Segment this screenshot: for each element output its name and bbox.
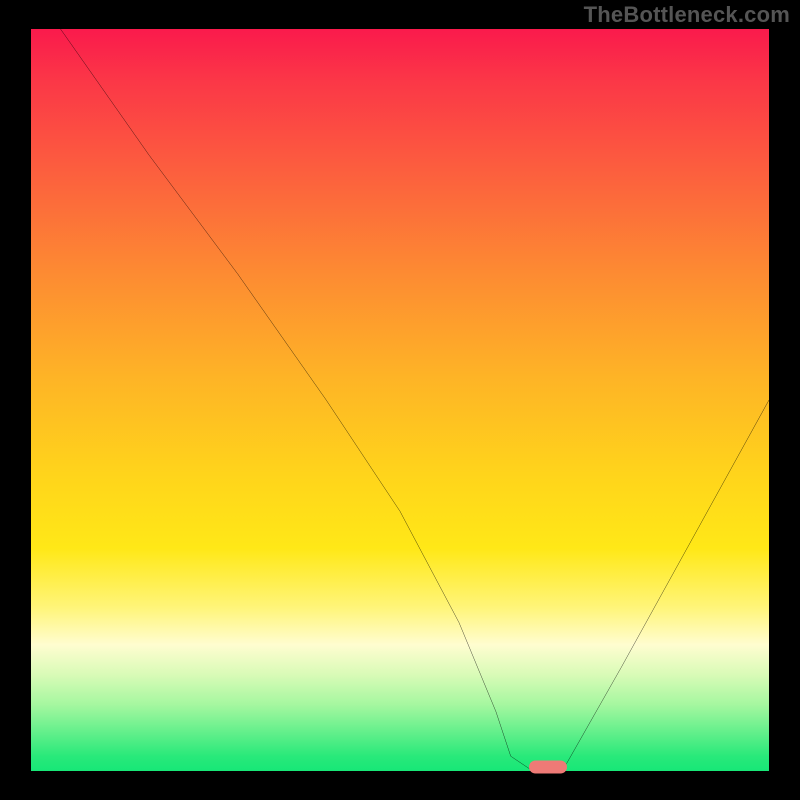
watermark-text: TheBottleneck.com (584, 2, 790, 28)
curve-path (61, 29, 769, 771)
optimal-marker (529, 761, 567, 774)
plot-area (31, 29, 769, 771)
chart-frame: TheBottleneck.com (0, 0, 800, 800)
bottleneck-curve (31, 29, 769, 771)
